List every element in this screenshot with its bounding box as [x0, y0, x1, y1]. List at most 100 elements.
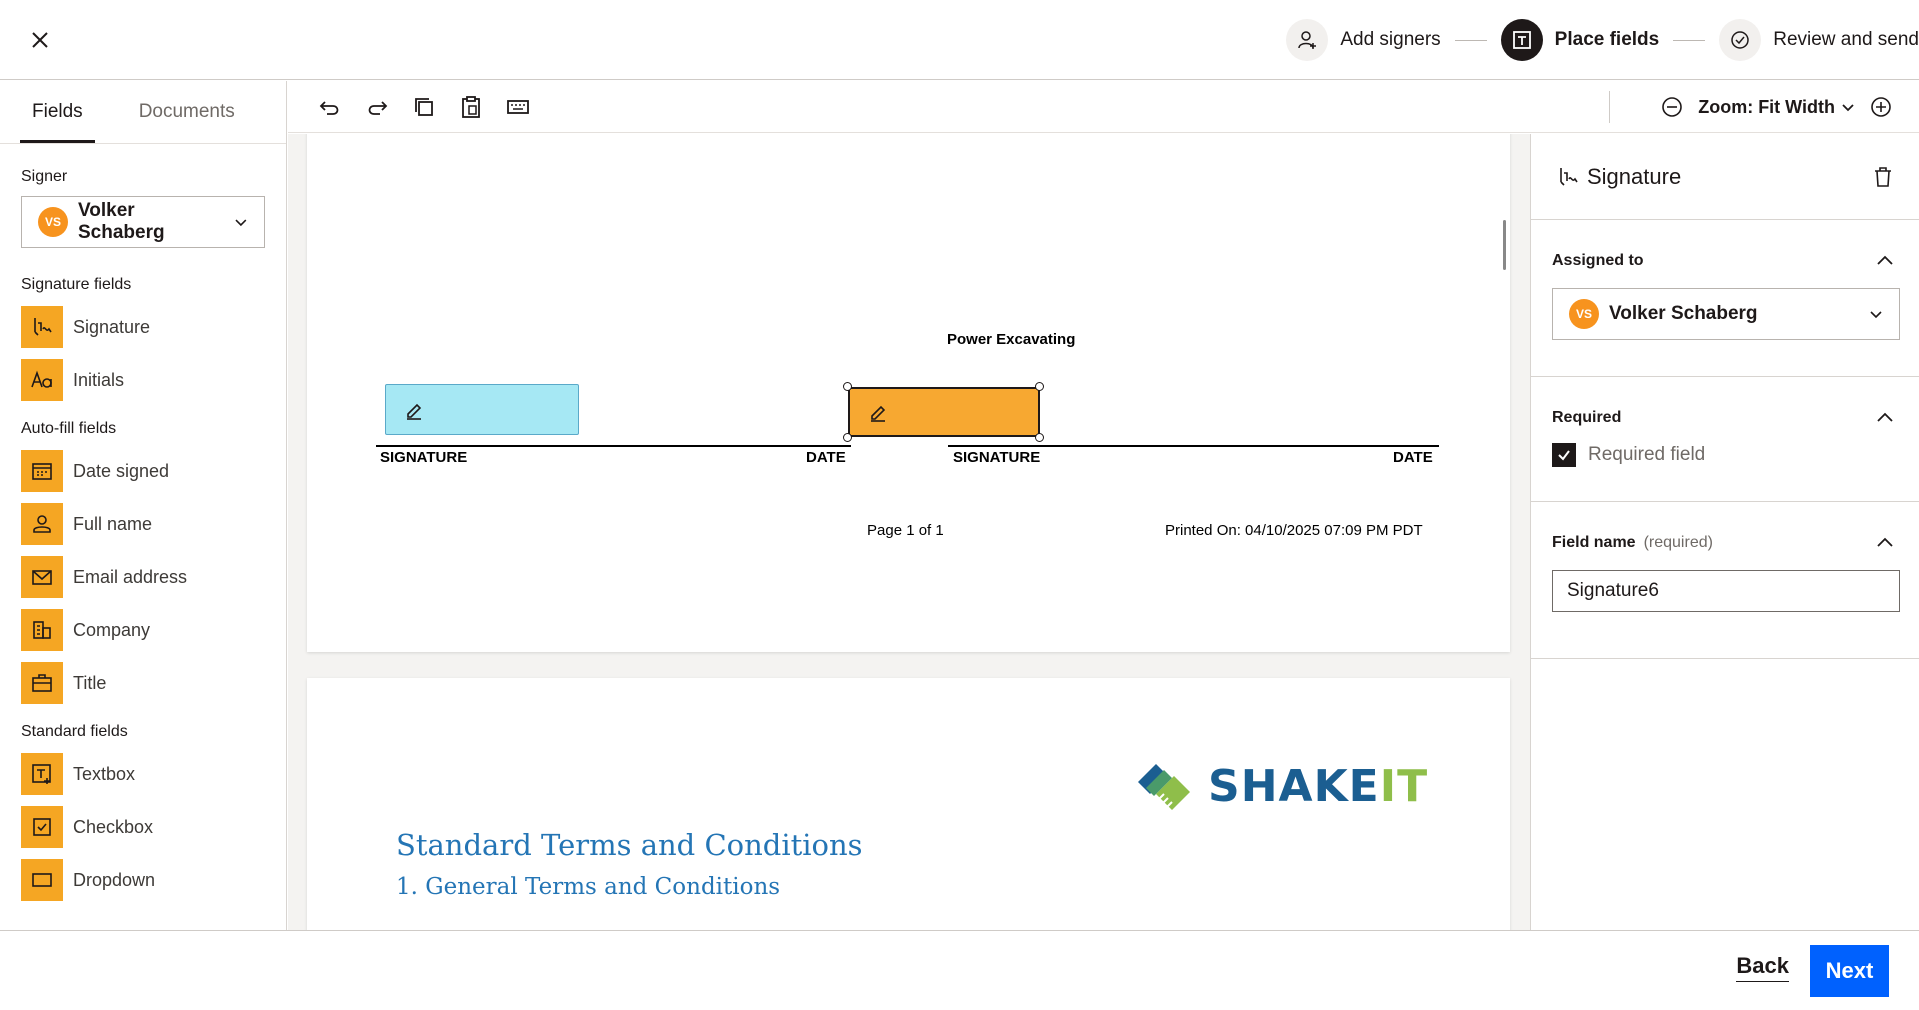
- page-info: Page 1 of 1: [867, 522, 944, 539]
- avatar: VS: [38, 207, 68, 237]
- text-field-icon: [1512, 31, 1531, 49]
- next-button[interactable]: Next: [1810, 945, 1889, 997]
- standard-fields-label: Standard fields: [21, 723, 128, 740]
- checkbox-checked[interactable]: [1552, 443, 1576, 467]
- chevron-down-icon: [1842, 104, 1854, 112]
- chevron-down-icon: [1870, 311, 1882, 319]
- company-logo: SHAKEIT: [1134, 758, 1428, 814]
- field-title[interactable]: Title: [21, 662, 265, 704]
- redo-button[interactable]: [353, 87, 400, 127]
- fields-panel: Fields Documents Signer VS Volker Schabe…: [0, 81, 287, 930]
- assigned-to-section: Assigned to VS Volker Schaberg: [1531, 246, 1919, 377]
- zoom-dropdown[interactable]: Zoom: Fit Width: [1698, 97, 1855, 118]
- chevron-up-icon: [1877, 255, 1893, 265]
- company-title: Power Excavating: [947, 331, 1076, 348]
- zoom-out-icon: [1662, 97, 1683, 117]
- resize-handle[interactable]: [1035, 382, 1044, 391]
- copy-icon: [414, 97, 433, 116]
- collapse-assigned-button[interactable]: [1871, 247, 1899, 275]
- trash-icon: [1875, 166, 1891, 187]
- signature-field-selected[interactable]: [848, 387, 1040, 437]
- progress-steps: Add signers Place fields Review and send: [1286, 18, 1919, 62]
- keyboard-icon: [506, 99, 529, 114]
- step-label: Place fields: [1554, 29, 1660, 50]
- signer-label: Signer: [21, 168, 68, 185]
- check-icon: [1558, 450, 1570, 461]
- panel-title: Signature: [1587, 163, 1682, 189]
- date-label: DATE: [806, 449, 846, 466]
- field-initials[interactable]: Initials: [21, 359, 265, 401]
- terms-title: Standard Terms and Conditions: [396, 828, 863, 862]
- building-icon: [33, 621, 51, 639]
- person-icon: [33, 515, 51, 533]
- field-full-name[interactable]: Full name: [21, 503, 265, 545]
- top-bar: Add signers Place fields Review and send: [0, 0, 1919, 80]
- resize-handle[interactable]: [843, 382, 852, 391]
- field-signature[interactable]: Signature: [21, 306, 265, 348]
- tab-fields[interactable]: Fields: [20, 81, 95, 143]
- logo-text: SHAKE: [1208, 760, 1380, 812]
- document-viewer[interactable]: Power Excavating SIGNATURE DATE SIGNATUR…: [288, 134, 1530, 930]
- signature-icon: [1560, 167, 1578, 186]
- field-textbox[interactable]: Textbox: [21, 753, 265, 795]
- signature-field-other[interactable]: [385, 384, 579, 435]
- collapse-field-name-button[interactable]: [1871, 529, 1899, 557]
- undo-icon: [319, 100, 338, 115]
- field-label: Company: [73, 619, 151, 640]
- document-page: SHAKEIT Standard Terms and Conditions 1.…: [307, 678, 1510, 930]
- pencil-icon: [407, 403, 422, 420]
- step-place-fields[interactable]: Place fields: [1500, 19, 1660, 61]
- field-checkbox[interactable]: Checkbox: [21, 806, 265, 848]
- paste-button[interactable]: [447, 87, 494, 127]
- autofill-fields-label: Auto-fill fields: [21, 420, 117, 437]
- copy-button[interactable]: [400, 87, 447, 127]
- assigned-to-dropdown[interactable]: VS Volker Schaberg: [1552, 288, 1900, 340]
- undo-button[interactable]: [306, 87, 353, 127]
- zoom-in-button[interactable]: [1867, 93, 1895, 121]
- signature-icon: [34, 318, 52, 336]
- calendar-icon: [32, 463, 52, 480]
- field-company[interactable]: Company: [21, 609, 265, 651]
- check-circle-icon: [1731, 31, 1749, 49]
- logo-text: IT: [1379, 760, 1429, 812]
- delete-field-button[interactable]: [1869, 163, 1897, 191]
- required-hint: (required): [1643, 534, 1713, 551]
- field-name-input[interactable]: [1552, 570, 1900, 612]
- close-button[interactable]: [24, 24, 56, 56]
- field-dropdown[interactable]: Dropdown: [21, 859, 265, 901]
- field-date-signed[interactable]: Date signed: [21, 450, 265, 492]
- signer-name: Volker Schaberg: [78, 200, 165, 243]
- handshake-logo-icon: [1138, 764, 1190, 810]
- field-label: Title: [73, 672, 107, 693]
- field-label: Full name: [73, 513, 153, 534]
- terms-subheading: 1. General Terms and Conditions: [396, 874, 781, 900]
- clipboard-icon: [461, 95, 480, 118]
- zoom-in-icon: [1871, 97, 1891, 117]
- collapse-required-button[interactable]: [1871, 404, 1899, 432]
- required-section: Required Required field: [1531, 403, 1919, 502]
- chevron-up-icon: [1877, 412, 1893, 422]
- checkbox-icon: [33, 818, 51, 836]
- date-label: DATE: [1393, 449, 1433, 466]
- resize-handle[interactable]: [1035, 433, 1044, 442]
- keyboard-shortcuts-button[interactable]: [494, 87, 541, 127]
- field-label: Email address: [73, 566, 188, 587]
- scrollbar[interactable]: [1503, 220, 1506, 270]
- resize-handle[interactable]: [843, 433, 852, 442]
- zoom-controls: Zoom: Fit Width: [1658, 89, 1895, 125]
- step-review-and-send[interactable]: Review and send: [1719, 19, 1919, 61]
- document-page: Power Excavating SIGNATURE DATE SIGNATUR…: [307, 134, 1510, 652]
- avatar: VS: [1569, 299, 1599, 329]
- zoom-out-button[interactable]: [1658, 93, 1686, 121]
- signer-dropdown[interactable]: VS Volker Schaberg: [21, 196, 265, 248]
- step-add-signers[interactable]: Add signers: [1286, 19, 1441, 61]
- signature-label: SIGNATURE: [380, 449, 468, 466]
- required-checkbox[interactable]: Required field: [1552, 443, 1899, 467]
- briefcase-icon: [32, 674, 52, 692]
- field-email-address[interactable]: Email address: [21, 556, 265, 598]
- zoom-level: Zoom: Fit Width: [1698, 96, 1835, 117]
- back-button[interactable]: Back: [1736, 953, 1789, 982]
- add-person-icon: [1298, 31, 1317, 49]
- tab-documents[interactable]: Documents: [127, 81, 247, 143]
- section-title: Field name: [1552, 534, 1636, 551]
